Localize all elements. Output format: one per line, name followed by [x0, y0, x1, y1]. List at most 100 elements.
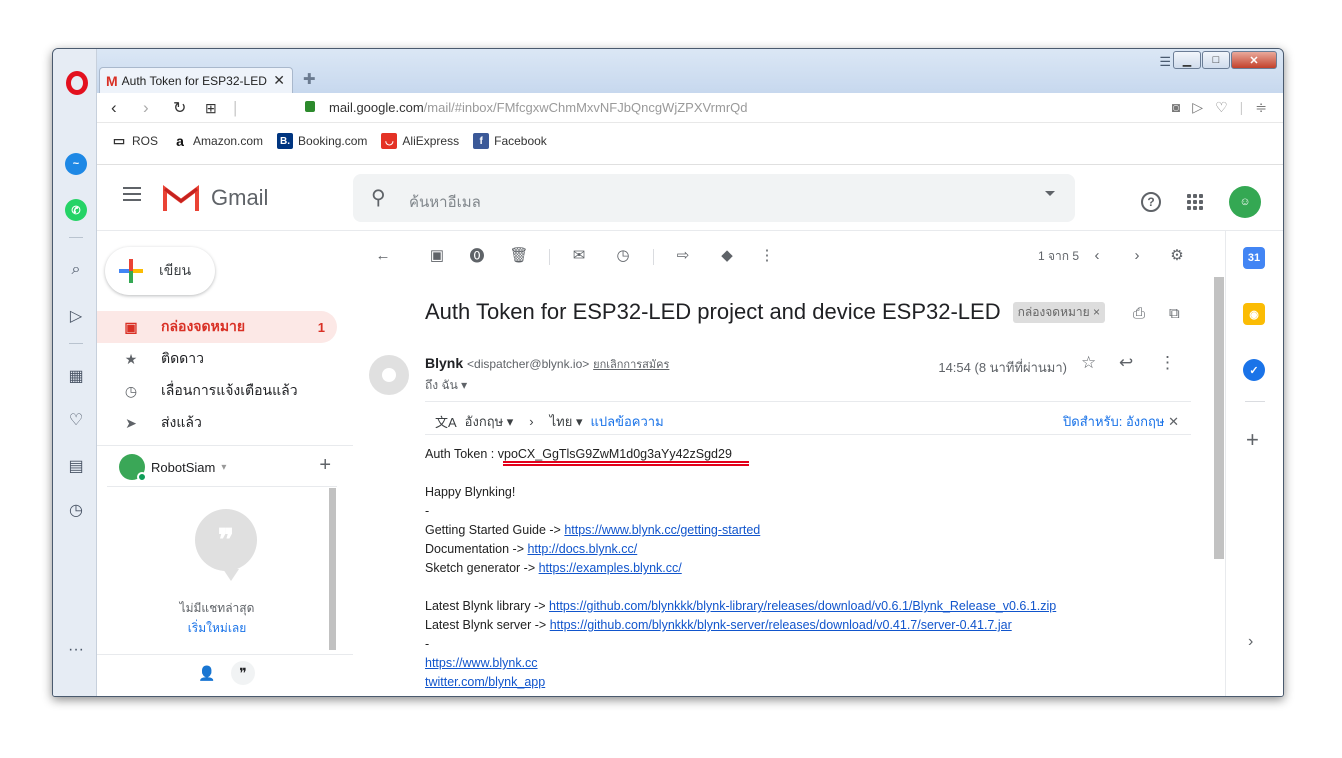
recipient-dropdown[interactable]: ถึง ฉัน ▾ — [425, 376, 467, 395]
delete-icon[interactable]: 🗑 — [509, 245, 529, 265]
back-icon[interactable]: ‹ — [111, 98, 117, 118]
search-icon[interactable]: ⌕ — [65, 259, 87, 281]
tasks-icon[interactable]: ✓ — [1243, 359, 1265, 381]
nav-starred[interactable]: ★ ติดดาว — [97, 343, 337, 375]
compose-button[interactable]: เขียน — [105, 247, 215, 295]
unsubscribe-link[interactable]: ยกเลิกการสมัคร — [593, 359, 669, 371]
more-icon[interactable]: ··· — [65, 639, 87, 661]
minimize-button[interactable]: ▁ — [1173, 51, 1201, 69]
reply-icon[interactable]: ↩ — [1119, 353, 1133, 373]
source-language-select[interactable]: อังกฤษ ▾ — [465, 411, 514, 432]
aliexpress-icon: ◡ — [381, 133, 398, 149]
close-window-button[interactable]: ✕ — [1231, 51, 1277, 69]
snapshot-icon[interactable]: ◙ — [1172, 99, 1180, 116]
news-icon[interactable]: ▤ — [65, 455, 87, 477]
help-icon[interactable]: ? — [1141, 192, 1161, 212]
gmail-m-icon — [163, 185, 199, 211]
hangouts-scrollbar[interactable] — [329, 488, 336, 650]
report-spam-icon[interactable]: ⓿ — [467, 245, 487, 265]
forward-icon[interactable]: › — [143, 98, 149, 118]
calendar-icon[interactable]: 31 — [1243, 247, 1265, 269]
server-link[interactable]: https://github.com/blynkkk/blynk-server/… — [550, 618, 1012, 632]
sketch-generator-link[interactable]: https://examples.blynk.cc/ — [539, 561, 682, 575]
show-side-panel-chevron-icon[interactable]: › — [1248, 633, 1253, 651]
bookmark-amazon[interactable]: a Amazon.com — [172, 133, 263, 149]
maximize-button[interactable]: □ — [1202, 51, 1230, 69]
twitter-link[interactable]: twitter.com/blynk_app — [425, 675, 545, 689]
back-to-inbox-icon[interactable]: ← — [373, 245, 393, 265]
library-link[interactable]: https://github.com/blynkkk/blynk-library… — [549, 599, 1056, 613]
more-options-icon[interactable]: ⋮ — [757, 245, 777, 265]
turn-off-translate-link[interactable]: ปิดสำหรับ: อังกฤษ ✕ — [1063, 411, 1179, 432]
settings-gear-icon[interactable]: ⚙ — [1167, 245, 1187, 265]
contacts-icon[interactable]: 👤 — [195, 661, 219, 685]
more-icon[interactable]: ⋮ — [1159, 353, 1176, 373]
booking-icon: B. — [277, 133, 294, 149]
history-icon[interactable]: ◷ — [65, 499, 87, 521]
archive-icon[interactable]: ▣ — [427, 245, 447, 265]
target-language-select[interactable]: ไทย ▾ — [550, 411, 583, 432]
print-icon[interactable]: ⎙ — [1133, 305, 1145, 322]
mark-unread-icon[interactable]: ✉ — [569, 245, 589, 265]
new-chat-plus-icon[interactable]: + — [319, 454, 331, 477]
heart-icon[interactable]: ♡ — [65, 409, 87, 431]
close-tab-icon[interactable]: ✕ — [273, 72, 285, 89]
bookmark-facebook[interactable]: f Facebook — [473, 133, 547, 149]
older-chevron-icon[interactable]: › — [1127, 245, 1147, 265]
share-icon[interactable]: ▷ — [1192, 99, 1203, 116]
arrow-right-icon: › — [529, 414, 534, 429]
message-toolbar: ← ▣ ⓿ 🗑 ✉ ◷ ⇨ ◆ ⋮ 1 จาก 5 ‹ › ⚙ — [373, 237, 1213, 277]
documentation-link[interactable]: http://docs.blynk.cc/ — [527, 542, 637, 556]
reload-icon[interactable]: ↻ — [173, 98, 186, 118]
newer-chevron-icon[interactable]: ‹ — [1087, 245, 1107, 265]
tab-menu-icon[interactable]: ☰ — [1159, 54, 1171, 70]
url-field[interactable]: mail.google.com/mail/#inbox/FMfcgxwChmMx… — [329, 100, 748, 115]
favorite-icon[interactable]: ♡ — [1215, 99, 1228, 116]
hangouts-quote-icon: ❞ — [195, 509, 257, 581]
translate-bar: 文A อังกฤษ ▾ › ไทย ▾ แปลข้อความ ปิดสำหรับ… — [425, 401, 1191, 435]
browser-tab[interactable]: M Auth Token for ESP32-LED ✕ — [99, 67, 293, 94]
easy-setup-icon[interactable]: ≑ — [1255, 99, 1267, 116]
snooze-icon[interactable]: ◷ — [613, 245, 633, 265]
search-icon[interactable]: ⚲ — [371, 185, 386, 210]
bookmark-aliexpress[interactable]: ◡ AliExpress — [381, 133, 459, 149]
message-scrollbar[interactable] — [1211, 277, 1224, 696]
whatsapp-icon[interactable]: ✆ — [65, 199, 87, 221]
search-options-icon[interactable] — [1045, 191, 1055, 196]
messenger-icon[interactable]: ~ — [65, 153, 87, 175]
search-mail-field[interactable]: ⚲ ค้นหาอีเมล — [353, 174, 1075, 222]
apps-grid-icon[interactable] — [1187, 194, 1203, 210]
nav-sent[interactable]: ➤ ส่งแล้ว — [97, 407, 337, 439]
hangouts-user[interactable]: RobotSiam ▾ — [119, 454, 226, 482]
clock-icon: ◷ — [124, 382, 138, 399]
nav-snoozed[interactable]: ◷ เลื่อนการแจ้งเตือนแล้ว — [97, 375, 337, 407]
bookmark-booking[interactable]: B. Booking.com — [277, 133, 367, 149]
bookmark-ros[interactable]: ▭ ROS — [111, 133, 158, 149]
get-addons-plus-icon[interactable]: + — [1246, 427, 1259, 453]
open-new-window-icon[interactable]: ⧉ — [1169, 305, 1180, 322]
inbox-label-chip[interactable]: กล่องจดหมาย × — [1012, 301, 1106, 323]
star-icon[interactable]: ☆ — [1081, 353, 1096, 373]
opera-menu-icon[interactable] — [66, 71, 88, 95]
gmail-logo[interactable]: Gmail — [163, 185, 268, 211]
start-new-chat-link[interactable]: เริ่มใหม่เลย — [107, 619, 327, 638]
label-icon[interactable]: ◆ — [717, 245, 737, 265]
send-icon[interactable]: ▷ — [65, 305, 87, 327]
translate-message-link[interactable]: แปลข้อความ — [591, 411, 664, 432]
speed-dial-icon[interactable]: ▦ — [65, 365, 87, 387]
blynk-site-link[interactable]: https://www.blynk.cc — [425, 656, 538, 670]
lock-icon — [305, 101, 315, 112]
gmail-app: Gmail ⚲ ค้นหาอีเมล ? ☺ เขียน ▣ กล่องจดหม… — [97, 165, 1283, 696]
account-avatar[interactable]: ☺ — [1229, 186, 1261, 218]
bookmarks-bar: ▭ ROS a Amazon.com B. Booking.com ◡ AliExpre… — [97, 123, 1283, 165]
avatar — [119, 454, 147, 482]
getting-started-link[interactable]: https://www.blynk.cc/getting-started — [564, 523, 760, 537]
conversations-icon[interactable]: ❞ — [231, 661, 255, 685]
new-tab-icon[interactable]: ✚ — [303, 70, 319, 88]
move-to-icon[interactable]: ⇨ — [673, 245, 693, 265]
main-menu-icon[interactable] — [123, 187, 141, 205]
tabs-grid-icon[interactable]: ⊞ — [205, 100, 217, 117]
keep-icon[interactable]: ◉ — [1243, 303, 1265, 325]
nav-inbox[interactable]: ▣ กล่องจดหมาย 1 — [97, 311, 337, 343]
sender-avatar — [369, 355, 409, 395]
